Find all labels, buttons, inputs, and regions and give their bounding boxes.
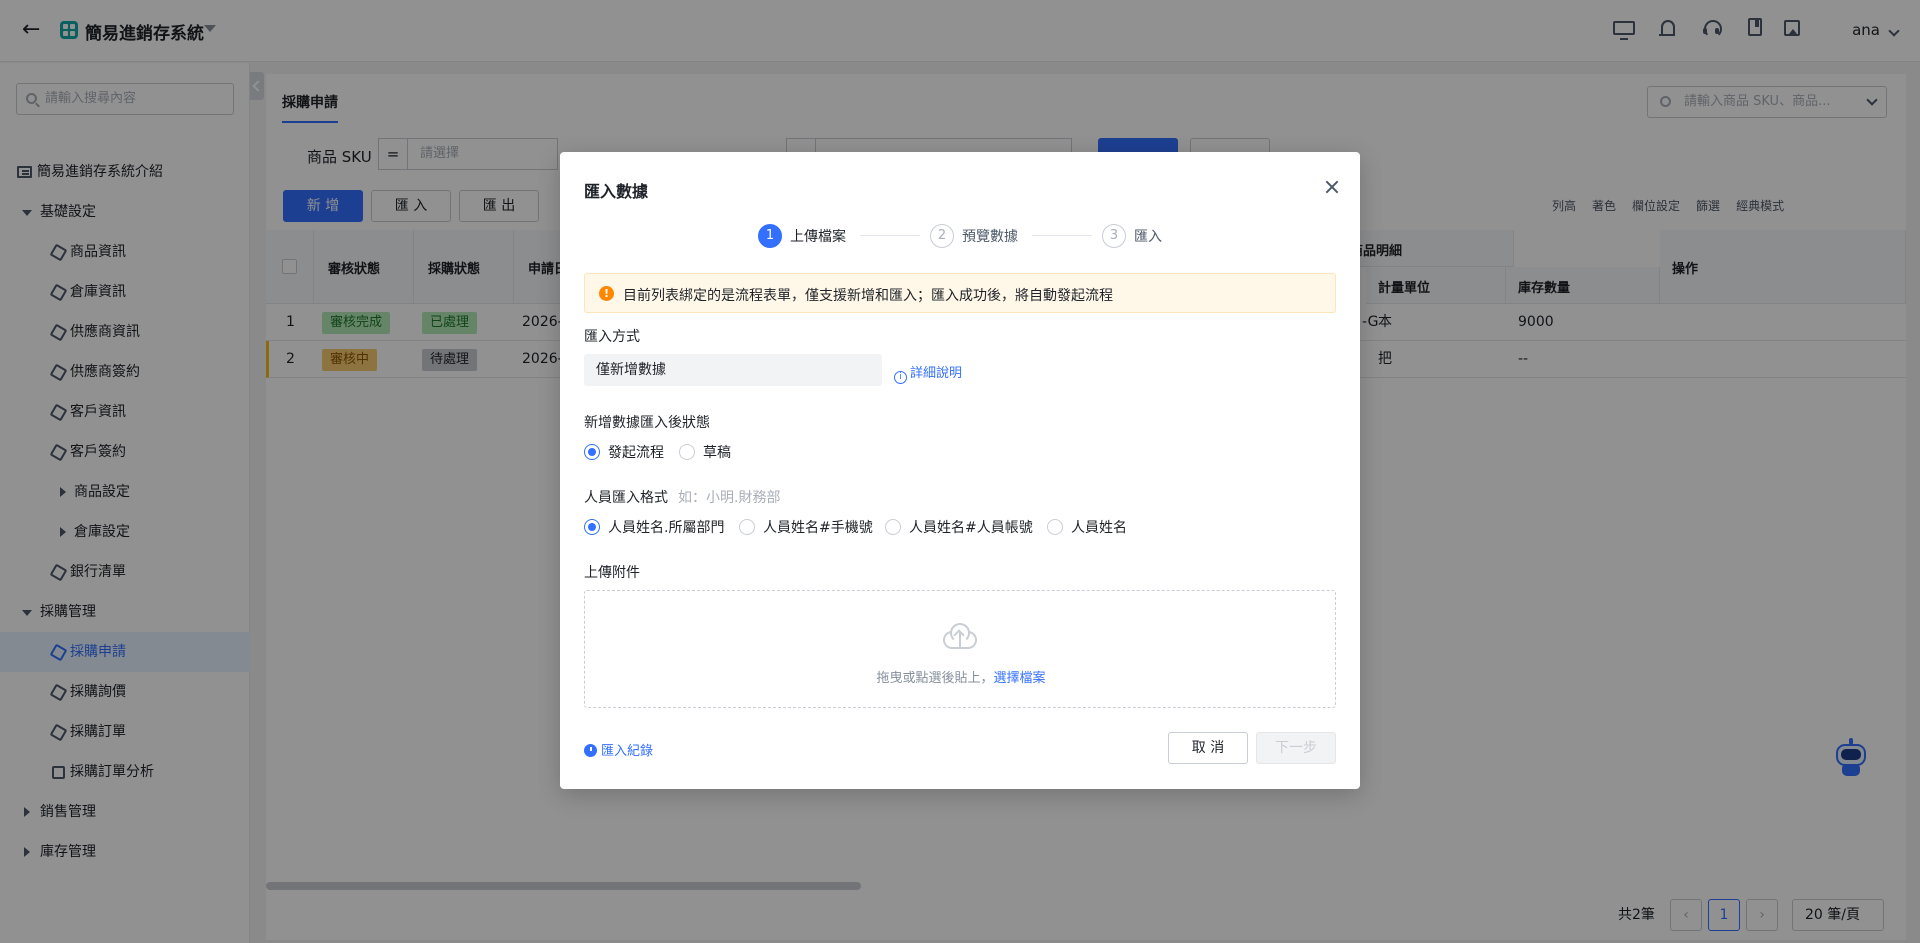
upload-text: 拖曳或點選後貼上，: [876, 671, 994, 686]
radio-dot: [679, 444, 695, 460]
step-label: 上傳檔案: [790, 229, 846, 245]
alert-text: 目前列表綁定的是流程表單，僅支援新增和匯入；匯入成功後，將自動發起流程: [623, 288, 1113, 304]
person-format-label: 人員匯入格式 如：小明.財務部: [584, 487, 780, 507]
upload-instructions: 拖曳或點選後貼上，選擇檔案: [585, 667, 1337, 686]
radio-dot: [885, 519, 901, 535]
import-method-select: 僅新增數據: [584, 354, 882, 386]
radio-label: 人員姓名#手機號: [763, 520, 873, 536]
radio-label: 人員姓名.所屬部門: [608, 520, 725, 536]
detail-link[interactable]: i 詳細說明: [894, 362, 962, 384]
import-method-label: 匯入方式: [584, 329, 640, 345]
close-icon[interactable]: [1323, 178, 1341, 196]
status-label: 新增數據匯入後狀態: [584, 415, 710, 431]
person-format-hint: 如：小明.財務部: [678, 490, 781, 506]
next-step-button[interactable]: 下一步: [1256, 732, 1336, 764]
step-label: 預覽數據: [962, 229, 1018, 245]
import-history-link[interactable]: 匯入紀錄: [584, 740, 653, 759]
import-data-modal: 匯入數據 1 上傳檔案 2 預覽數據 3 匯入 ! 目前列表綁定的是流程表單，僅…: [560, 152, 1360, 789]
warning-icon: !: [599, 286, 614, 301]
radio-label: 人員姓名: [1071, 520, 1127, 536]
step-label: 匯入: [1134, 229, 1162, 245]
modal-title: 匯入數據: [584, 182, 649, 201]
step-connector: [860, 235, 920, 236]
step-number: 3: [1102, 224, 1126, 248]
cloud-upload-icon: [940, 621, 980, 651]
radio-label: 人員姓名#人員帳號: [909, 520, 1033, 536]
detail-link-text: 詳細說明: [910, 366, 963, 381]
step-number: 2: [930, 224, 954, 248]
upload-dropzone[interactable]: 拖曳或點選後貼上，選擇檔案: [584, 590, 1336, 708]
radio-label: 草稿: [703, 445, 731, 461]
step-connector: [1032, 235, 1092, 236]
warning-alert: ! 目前列表綁定的是流程表單，僅支援新增和匯入；匯入成功後，將自動發起流程: [584, 273, 1336, 313]
select-file-link[interactable]: 選擇檔案: [994, 671, 1046, 686]
radio-dot: [739, 519, 755, 535]
info-icon: i: [894, 371, 907, 384]
person-format-label-text: 人員匯入格式: [584, 490, 668, 506]
clock-icon: [584, 744, 597, 757]
radio-dot: [1047, 519, 1063, 535]
radio-dot: [584, 444, 600, 460]
radio-label: 發起流程: [608, 445, 664, 461]
cancel-button[interactable]: 取 消: [1168, 732, 1248, 764]
step-number: 1: [758, 224, 782, 248]
import-history-text: 匯入紀錄: [601, 744, 654, 759]
radio-dot: [584, 519, 600, 535]
upload-label: 上傳附件: [584, 565, 640, 581]
